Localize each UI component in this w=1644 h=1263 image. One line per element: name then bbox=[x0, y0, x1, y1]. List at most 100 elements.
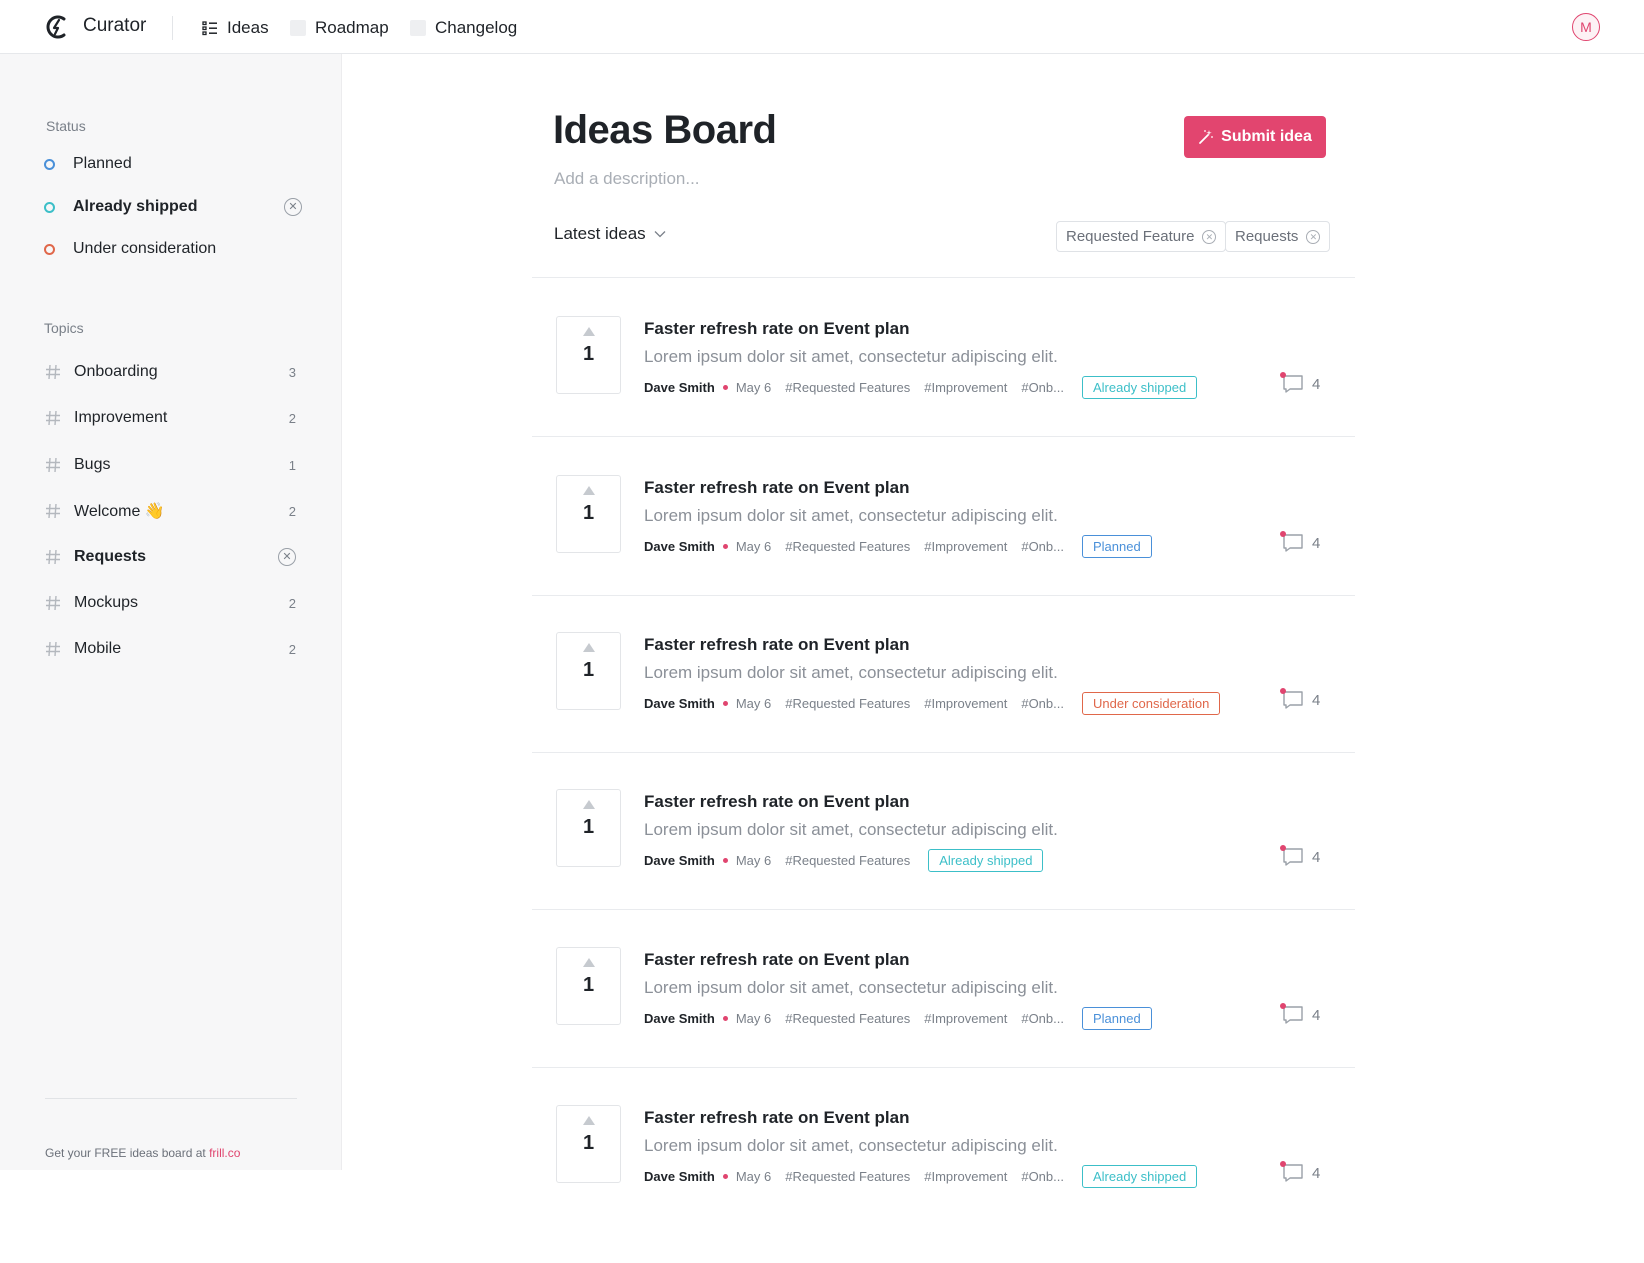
idea-title[interactable]: Faster refresh rate on Event plan bbox=[644, 792, 909, 812]
description-field[interactable]: Add a description... bbox=[554, 169, 700, 189]
topic-filter-item[interactable]: Mockups 2 bbox=[44, 590, 296, 616]
idea-tag[interactable]: #Requested Features bbox=[785, 696, 910, 711]
idea-row[interactable]: 1 Faster refresh rate on Event plan Lorem … bbox=[532, 632, 1355, 790]
idea-title[interactable]: Faster refresh rate on Event plan bbox=[644, 319, 909, 339]
submit-idea-label: Submit idea bbox=[1221, 128, 1312, 145]
idea-tag[interactable]: #Onb... bbox=[1021, 539, 1064, 554]
filter-chip-label: Requested Feature bbox=[1066, 228, 1195, 245]
topic-count: 3 bbox=[288, 364, 296, 380]
idea-tag[interactable]: #Onb... bbox=[1021, 696, 1064, 711]
idea-author[interactable]: Dave Smith bbox=[644, 1169, 715, 1184]
topic-count: 2 bbox=[288, 641, 296, 657]
upvote-button[interactable]: 1 bbox=[556, 947, 621, 1025]
idea-row[interactable]: 1 Faster refresh rate on Event plan Lorem … bbox=[532, 789, 1355, 947]
close-icon[interactable]: ✕ bbox=[284, 198, 302, 216]
topic-filter-label: Onboarding bbox=[74, 363, 158, 380]
idea-meta: Dave Smith May 6 #Requested Features #Impro… bbox=[644, 1006, 1152, 1030]
hash-icon bbox=[46, 364, 60, 380]
idea-author[interactable]: Dave Smith bbox=[644, 539, 715, 554]
vote-count: 1 bbox=[582, 974, 595, 996]
comments-button[interactable]: 4 bbox=[1280, 1003, 1321, 1025]
idea-row[interactable]: 1 Faster refresh rate on Event plan Lorem … bbox=[532, 947, 1355, 1105]
idea-tag[interactable]: #Onb... bbox=[1021, 1011, 1064, 1026]
comment-count: 4 bbox=[1312, 1006, 1321, 1024]
separator-dot bbox=[722, 857, 728, 863]
idea-tag[interactable]: #Improvement bbox=[924, 1169, 1007, 1184]
idea-tag[interactable]: #Onb... bbox=[1021, 1169, 1064, 1184]
filter-chip-label: Requests bbox=[1235, 228, 1299, 245]
submit-idea-button[interactable]: Submit idea bbox=[1184, 116, 1326, 158]
upvote-button[interactable]: 1 bbox=[556, 475, 621, 553]
idea-tag[interactable]: #Improvement bbox=[924, 696, 1007, 711]
idea-tag[interactable]: #Improvement bbox=[924, 380, 1007, 395]
idea-tag[interactable]: #Requested Features bbox=[785, 1011, 910, 1026]
brand-name[interactable]: Curator bbox=[83, 15, 146, 37]
status-filter-item[interactable]: Under consideration bbox=[44, 237, 302, 261]
idea-title[interactable]: Faster refresh rate on Event plan bbox=[644, 635, 909, 655]
idea-title[interactable]: Faster refresh rate on Event plan bbox=[644, 1108, 909, 1128]
idea-tag[interactable]: #Improvement bbox=[924, 1011, 1007, 1026]
idea-author[interactable]: Dave Smith bbox=[644, 696, 715, 711]
unread-dot-icon bbox=[1280, 688, 1286, 694]
idea-tag[interactable]: #Requested Features bbox=[785, 1169, 910, 1184]
topic-filter-item[interactable]: Welcome 👋 2 bbox=[44, 498, 296, 524]
comment-icon bbox=[1280, 372, 1304, 394]
comment-count: 4 bbox=[1312, 534, 1321, 552]
comments-button[interactable]: 4 bbox=[1280, 531, 1321, 553]
status-filter-item[interactable]: Planned bbox=[44, 152, 302, 176]
topic-filter-item[interactable]: Mobile 2 bbox=[44, 636, 296, 662]
upvote-button[interactable]: 1 bbox=[556, 1105, 621, 1183]
comments-button[interactable]: 4 bbox=[1280, 372, 1321, 394]
close-icon[interactable]: ✕ bbox=[1306, 229, 1321, 244]
nav-roadmap[interactable]: Roadmap bbox=[290, 17, 389, 39]
comment-count: 4 bbox=[1312, 375, 1321, 393]
upvote-button[interactable]: 1 bbox=[556, 789, 621, 867]
frill-link[interactable]: frill.co bbox=[209, 1146, 240, 1160]
idea-title[interactable]: Faster refresh rate on Event plan bbox=[644, 950, 909, 970]
idea-tag[interactable]: #Requested Features bbox=[785, 853, 910, 868]
idea-author[interactable]: Dave Smith bbox=[644, 853, 715, 868]
upvote-arrow-icon bbox=[582, 800, 595, 809]
status-filter-item[interactable]: Already shipped ✕ bbox=[44, 195, 302, 219]
topic-filter-item[interactable]: Requests ✕ bbox=[44, 544, 296, 570]
topic-filter-item[interactable]: Bugs 1 bbox=[44, 452, 296, 478]
close-icon[interactable]: ✕ bbox=[1202, 229, 1217, 244]
idea-tag[interactable]: #Requested Features bbox=[785, 539, 910, 554]
topic-filter-item[interactable]: Onboarding 3 bbox=[44, 359, 296, 385]
idea-author[interactable]: Dave Smith bbox=[644, 380, 715, 395]
comments-button[interactable]: 4 bbox=[1280, 1161, 1320, 1183]
upvote-button[interactable]: 1 bbox=[556, 632, 621, 710]
idea-tag[interactable]: #Improvement bbox=[924, 539, 1007, 554]
nav-ideas[interactable]: Ideas bbox=[202, 17, 269, 39]
upvote-button[interactable]: 1 bbox=[556, 316, 621, 394]
upvote-arrow-icon bbox=[582, 958, 595, 967]
separator-dot bbox=[722, 1015, 728, 1021]
idea-author[interactable]: Dave Smith bbox=[644, 1011, 715, 1026]
list-icon bbox=[202, 21, 217, 36]
placeholder-icon bbox=[410, 20, 426, 36]
close-icon[interactable]: ✕ bbox=[278, 548, 296, 566]
idea-row[interactable]: 1 Faster refresh rate on Event plan Lorem … bbox=[532, 475, 1355, 633]
topic-filter-label: Mockups bbox=[74, 594, 139, 611]
idea-tag[interactable]: #Requested Features bbox=[785, 380, 910, 395]
idea-divider bbox=[532, 436, 1355, 437]
topic-filter-item[interactable]: Improvement 2 bbox=[44, 405, 296, 431]
idea-row[interactable]: 1 Faster refresh rate on Event plan Lorem … bbox=[532, 1105, 1355, 1263]
idea-date: May 6 bbox=[735, 852, 772, 868]
nav-changelog[interactable]: Changelog bbox=[410, 17, 517, 39]
upvote-arrow-icon bbox=[582, 327, 595, 336]
sort-dropdown[interactable]: Latest ideas bbox=[554, 224, 666, 244]
idea-date: May 6 bbox=[735, 1010, 772, 1026]
user-avatar[interactable]: M bbox=[1572, 13, 1600, 41]
status-badge: Planned bbox=[1081, 534, 1152, 558]
filter-chip-requests[interactable]: Requests ✕ bbox=[1225, 221, 1331, 252]
comments-button[interactable]: 4 bbox=[1280, 845, 1320, 867]
curator-logo-icon[interactable] bbox=[44, 14, 70, 40]
idea-tag[interactable]: #Onb... bbox=[1021, 380, 1064, 395]
idea-title[interactable]: Faster refresh rate on Event plan bbox=[644, 478, 909, 498]
idea-row[interactable]: 1 Faster refresh rate on Event plan Lorem … bbox=[532, 316, 1355, 474]
comments-button[interactable]: 4 bbox=[1280, 688, 1320, 710]
topic-count: 2 bbox=[288, 503, 296, 519]
filter-chip-requested-feature[interactable]: Requested Feature ✕ bbox=[1056, 221, 1227, 252]
vote-count: 1 bbox=[582, 343, 595, 365]
